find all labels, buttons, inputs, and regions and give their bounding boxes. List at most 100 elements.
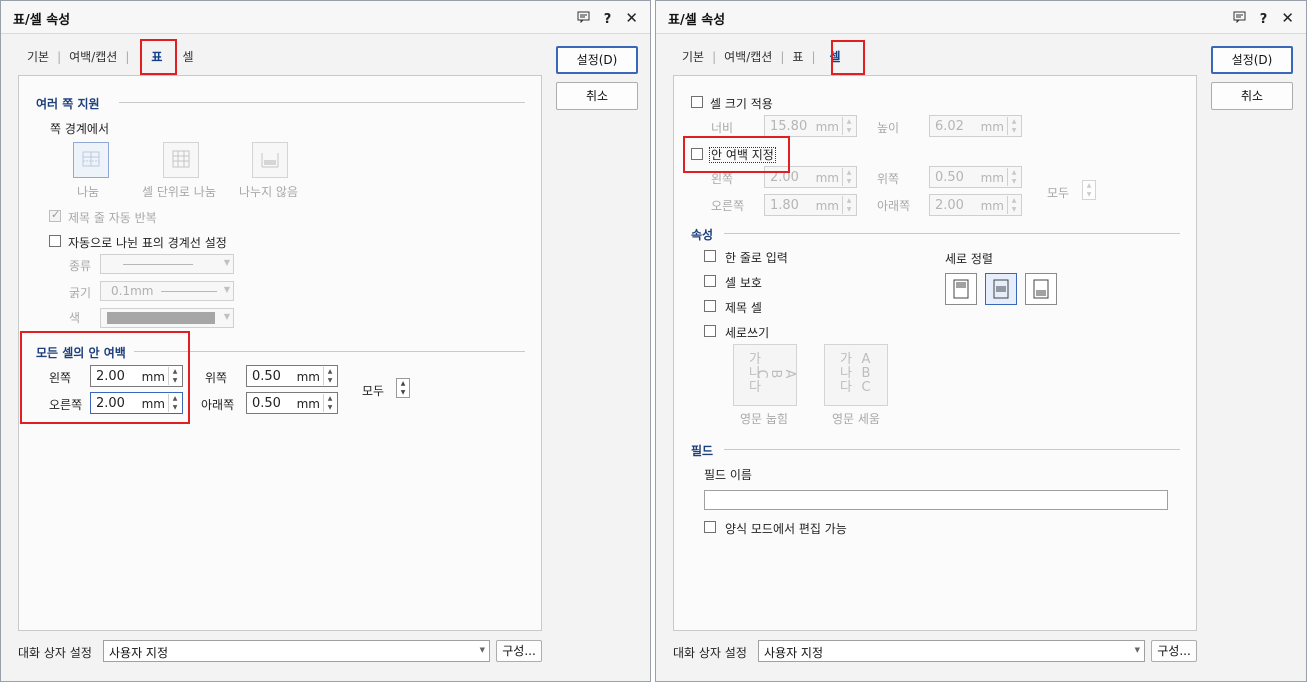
comment-icon[interactable] [1233, 11, 1246, 27]
repeat-header-label: 제목 줄 자동 반복 [68, 211, 157, 225]
help-icon[interactable]: ? [1260, 12, 1268, 27]
margin-all-label: 모두 [362, 384, 385, 398]
margin-bottom-input[interactable]: 0.50 mm ▲ ▼ [246, 392, 338, 414]
inner-right-label: 오른쪽 [711, 199, 745, 213]
dialog-title: 표/셀 속성 [13, 13, 71, 28]
field-name-label: 필드 이름 [704, 468, 752, 482]
inner-bottom-label: 아래쪽 [877, 199, 911, 213]
dialog-setting-select[interactable]: 사용자 지정 ▼ [103, 640, 490, 662]
inner-top-input[interactable]: 0.50 mm ▲ ▼ [929, 166, 1022, 188]
split-option-none-label: 나누지 않음 [239, 185, 299, 199]
inner-right-input[interactable]: 1.80 mm ▲ ▼ [764, 194, 857, 216]
edit-in-form-checkbox[interactable] [704, 521, 716, 533]
spin-arrows-icon[interactable]: ▲ ▼ [1007, 117, 1020, 135]
spin-arrows-icon[interactable]: ▲ ▼ [323, 367, 336, 385]
header-cell-label: 제목 셀 [725, 301, 762, 315]
cell-width-label: 너비 [711, 121, 734, 135]
help-icon[interactable]: ? [604, 12, 612, 27]
inner-all-spinner[interactable]: ▲ ▼ [1082, 180, 1096, 200]
configure-button[interactable]: 구성... [1151, 640, 1197, 662]
margin-top-input[interactable]: 0.50 mm ▲ ▼ [246, 365, 338, 387]
single-line-label: 한 줄로 입력 [725, 251, 788, 265]
chevron-down-icon: ▼ [479, 646, 485, 654]
split-option-by-cell[interactable] [163, 142, 199, 178]
dialog-setting-label: 대화 상자 설정 [18, 646, 92, 660]
spin-arrows-icon[interactable]: ▲ ▼ [1007, 196, 1020, 214]
single-line-checkbox[interactable] [704, 250, 716, 262]
page-boundary-label: 쪽 경계에서 [50, 122, 110, 136]
ok-button[interactable]: 설정(D) [1211, 46, 1293, 74]
auto-border-checkbox[interactable] [49, 235, 61, 247]
vertical-write-checkbox[interactable] [704, 325, 716, 337]
tab-cell[interactable]: 셀 [182, 48, 193, 65]
header-cell-checkbox[interactable] [704, 300, 716, 312]
apply-cell-size-checkbox[interactable] [691, 96, 703, 108]
margin-bottom-label: 아래쪽 [201, 398, 235, 412]
highlight-box-cell-margin [20, 331, 190, 424]
chevron-down-icon: ▼ [1134, 646, 1140, 654]
cell-protect-label: 셀 보호 [725, 276, 762, 290]
inner-all-label: 모두 [1047, 186, 1070, 200]
configure-button[interactable]: 구성... [496, 640, 542, 662]
vertical-text-upright-option[interactable]: 가나다 ABC [824, 344, 888, 406]
spin-arrows-icon[interactable]: ▲ ▼ [842, 196, 855, 214]
cell-width-input[interactable]: 15.80 mm ▲ ▼ [764, 115, 857, 137]
vertical-align-label: 세로 정렬 [945, 252, 993, 266]
group-title-field: 필드 [691, 444, 714, 458]
table-split-icon [82, 151, 100, 167]
border-color-select[interactable]: ▼ [100, 308, 234, 328]
chevron-down-icon: ▼ [223, 312, 230, 321]
ok-button[interactable]: 설정(D) [556, 46, 638, 74]
dialog-setting-select[interactable]: 사용자 지정 ▼ [758, 640, 1145, 662]
vertical-write-label: 세로쓰기 [725, 326, 770, 340]
chevron-down-icon: ▼ [223, 285, 230, 294]
tab-separator: | [811, 50, 816, 64]
tab-basic[interactable]: 기본 [682, 48, 704, 65]
tab-table[interactable]: 표 [792, 48, 803, 65]
align-middle-icon [993, 279, 1009, 299]
split-option-none[interactable] [252, 142, 288, 178]
align-top-button[interactable] [945, 273, 977, 305]
tab-margin-caption[interactable]: 여백/캡션 [69, 48, 117, 65]
comment-icon[interactable] [577, 11, 590, 27]
inner-bottom-input[interactable]: 2.00 mm ▲ ▼ [929, 194, 1022, 216]
cancel-button[interactable]: 취소 [556, 82, 638, 110]
inner-top-label: 위쪽 [877, 172, 900, 186]
border-thickness-select[interactable]: 0.1mm ▼ [100, 281, 234, 301]
divider [724, 449, 1180, 450]
spin-arrows-icon[interactable]: ▲ ▼ [842, 168, 855, 186]
margin-all-spinner[interactable]: ▲ ▼ [396, 378, 410, 398]
highlight-box-cell-tab [831, 40, 865, 75]
align-bottom-button[interactable] [1025, 273, 1057, 305]
align-middle-button[interactable] [985, 273, 1017, 305]
spin-arrows-icon[interactable]: ▲ ▼ [1007, 168, 1020, 186]
divider [724, 233, 1180, 234]
highlight-box-inner-margin [683, 136, 790, 173]
cell-height-input[interactable]: 6.02 mm ▲ ▼ [929, 115, 1022, 137]
dialog-title: 표/셀 속성 [668, 13, 726, 28]
cancel-button[interactable]: 취소 [1211, 82, 1293, 110]
tab-basic[interactable]: 기본 [27, 48, 49, 65]
vertical-text-lying-option[interactable]: 가나다 ABC [733, 344, 797, 406]
border-thickness-value: 0.1mm [111, 284, 154, 298]
apply-cell-size-label: 셀 크기 적용 [710, 97, 773, 111]
tab-separator: | [57, 50, 62, 64]
field-name-input[interactable] [704, 490, 1168, 510]
tab-margin-caption[interactable]: 여백/캡션 [724, 48, 772, 65]
vertical-text-upright-label: 영문 세움 [832, 412, 880, 426]
divider [134, 351, 525, 352]
spin-arrows-icon[interactable]: ▲ ▼ [842, 117, 855, 135]
spin-arrows-icon[interactable]: ▲ ▼ [323, 394, 336, 412]
group-title-multi-page: 여러 쪽 지원 [36, 97, 100, 111]
close-icon[interactable]: ✕ [625, 9, 638, 27]
close-icon[interactable]: ✕ [1281, 9, 1294, 27]
chevron-down-icon: ▼ [223, 258, 230, 267]
split-option-divide[interactable] [73, 142, 109, 178]
edit-in-form-label: 양식 모드에서 편집 가능 [725, 522, 847, 536]
vertical-text-lying-label: 영문 눕힘 [740, 412, 788, 426]
repeat-header-checkbox[interactable]: ✓ [49, 208, 61, 222]
border-color-label: 색 [69, 311, 81, 325]
border-type-select[interactable]: ▼ [100, 254, 234, 274]
cell-protect-checkbox[interactable] [704, 275, 716, 287]
highlight-box-table-tab [140, 39, 177, 75]
